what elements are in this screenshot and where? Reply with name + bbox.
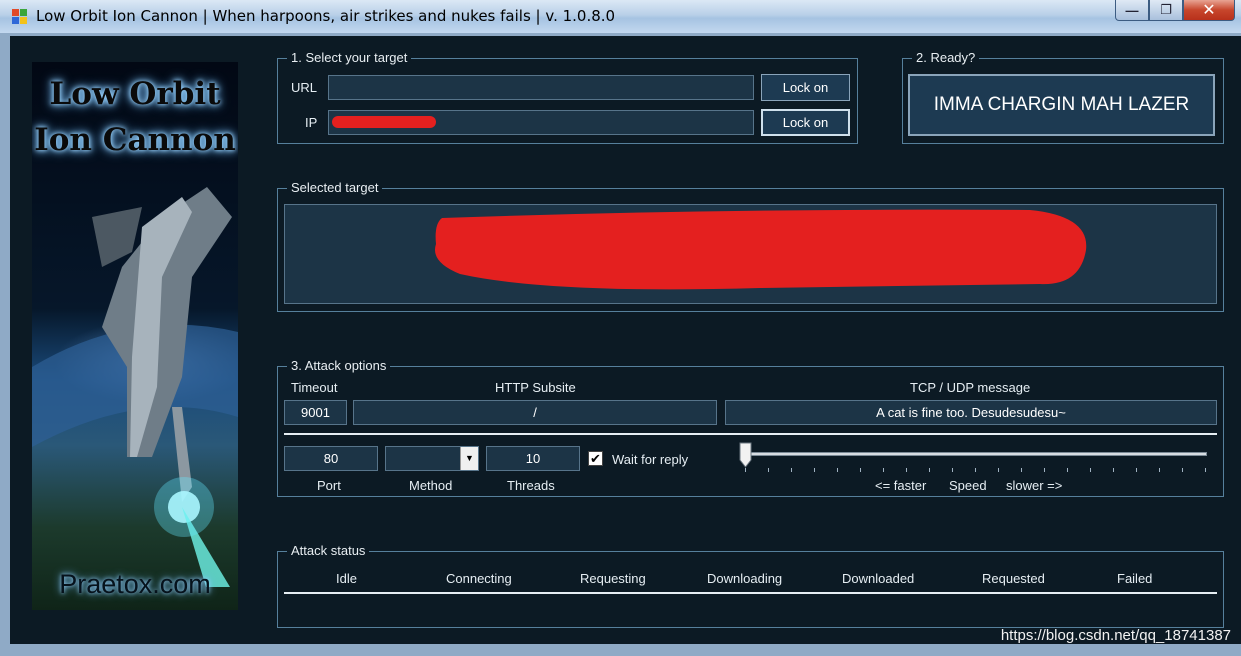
slider-tick xyxy=(1067,468,1068,472)
status-col-failed: Failed xyxy=(1117,571,1153,586)
maximize-button[interactable]: ❐ xyxy=(1149,0,1183,21)
slider-tick xyxy=(1205,468,1206,472)
close-button[interactable]: ✕ xyxy=(1183,0,1235,21)
options-divider xyxy=(284,433,1217,435)
speed-slower-label: slower => xyxy=(1006,478,1063,493)
ip-label: IP xyxy=(305,115,318,130)
watermark: https://blog.csdn.net/qq_18741387 xyxy=(1000,627,1231,644)
port-label: Port xyxy=(317,478,341,493)
slider-tick xyxy=(883,468,884,472)
slider-tick xyxy=(860,468,861,472)
http-subsite-label: HTTP Subsite xyxy=(495,380,576,395)
status-divider xyxy=(284,592,1217,594)
status-col-requested: Requested xyxy=(982,571,1045,586)
status-col-connecting: Connecting xyxy=(446,571,512,586)
status-col-requesting: Requesting xyxy=(580,571,646,586)
status-col-downloading: Downloading xyxy=(707,571,783,586)
speed-label: Speed xyxy=(949,478,987,493)
attack-options-label: 3. Attack options xyxy=(287,358,391,373)
title-bar[interactable]: Low Orbit Ion Cannon | When harpoons, ai… xyxy=(0,0,1241,34)
threads-label: Threads xyxy=(507,478,555,493)
slider-tick xyxy=(1182,468,1183,472)
minimize-button[interactable]: — xyxy=(1115,0,1149,21)
slider-tick xyxy=(906,468,907,472)
slider-tick xyxy=(768,468,769,472)
tcp-udp-message-label: TCP / UDP message xyxy=(910,380,1031,395)
slider-tick xyxy=(1090,468,1091,472)
port-input[interactable]: 80 xyxy=(284,446,378,471)
side-banner: Low Orbit Ion Cannon Praetox.com xyxy=(32,62,238,610)
slider-tick xyxy=(952,468,953,472)
wait-for-reply-label[interactable]: Wait for reply xyxy=(612,452,688,467)
slider-tick xyxy=(1159,468,1160,472)
speed-slider-track[interactable] xyxy=(747,452,1207,456)
selected-target-label: Selected target xyxy=(287,180,383,195)
status-col-downloaded: Downloaded xyxy=(842,571,915,586)
slider-tick xyxy=(1021,468,1022,472)
slider-tick xyxy=(1044,468,1045,472)
url-label: URL xyxy=(291,80,318,95)
http-subsite-input[interactable]: / xyxy=(353,400,717,425)
timeout-label: Timeout xyxy=(291,380,338,395)
ready-label: 2. Ready? xyxy=(912,50,980,65)
ion-cannon-ship-icon xyxy=(32,187,238,587)
slider-tick xyxy=(975,468,976,472)
selected-target-redaction xyxy=(435,209,1087,290)
slider-tick xyxy=(814,468,815,472)
slider-tick xyxy=(998,468,999,472)
chevron-down-icon[interactable]: ▼ xyxy=(460,447,478,470)
wait-for-reply-checkbox[interactable]: ✔ xyxy=(588,451,603,466)
threads-input[interactable]: 10 xyxy=(486,446,580,471)
window-controls: — ❐ ✕ xyxy=(1115,0,1235,22)
app-icon xyxy=(12,9,28,25)
method-select[interactable]: ▼ xyxy=(385,446,479,471)
banner-site: Praetox.com xyxy=(59,569,211,599)
status-col-idle: Idle xyxy=(336,571,357,586)
slider-tick xyxy=(1136,468,1137,472)
select-target-label: 1. Select your target xyxy=(287,50,412,65)
logo-line-2: Ion Cannon xyxy=(34,122,236,158)
status-column-headers: Idle Connecting Requesting Downloading D… xyxy=(280,570,1215,590)
ip-redaction xyxy=(332,116,436,128)
fire-laser-button[interactable]: IMMA CHARGIN MAH LAZER xyxy=(908,74,1215,136)
method-label: Method xyxy=(409,478,453,493)
timeout-input[interactable]: 9001 xyxy=(284,400,347,425)
speed-slider-thumb[interactable] xyxy=(739,442,752,468)
speed-faster-label: <= faster xyxy=(875,478,927,493)
slider-tick xyxy=(1113,468,1114,472)
slider-tick xyxy=(791,468,792,472)
attack-status-label: Attack status xyxy=(287,543,370,558)
lock-on-ip-button[interactable]: Lock on xyxy=(761,109,850,136)
lock-on-url-button[interactable]: Lock on xyxy=(761,74,850,101)
slider-tick xyxy=(837,468,838,472)
logo-line-1: Low Orbit xyxy=(49,76,221,112)
window-title: Low Orbit Ion Cannon | When harpoons, ai… xyxy=(36,7,616,25)
url-input[interactable] xyxy=(328,75,754,100)
tcp-udp-message-input[interactable]: A cat is fine too. Desudesudesu~ xyxy=(725,400,1217,425)
slider-tick xyxy=(745,468,746,472)
slider-tick xyxy=(929,468,930,472)
